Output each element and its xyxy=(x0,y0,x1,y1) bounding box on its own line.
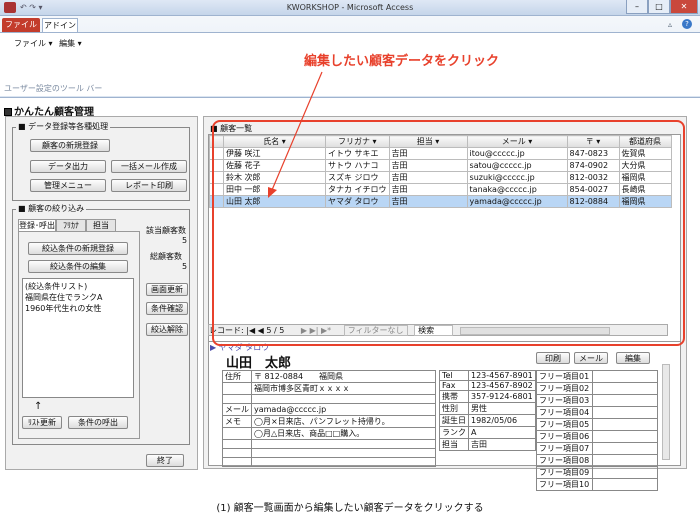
figure-caption: (1) 顧客一覧画面から編集したい顧客データをクリックする xyxy=(216,503,484,514)
annotation-arrow xyxy=(268,71,323,198)
